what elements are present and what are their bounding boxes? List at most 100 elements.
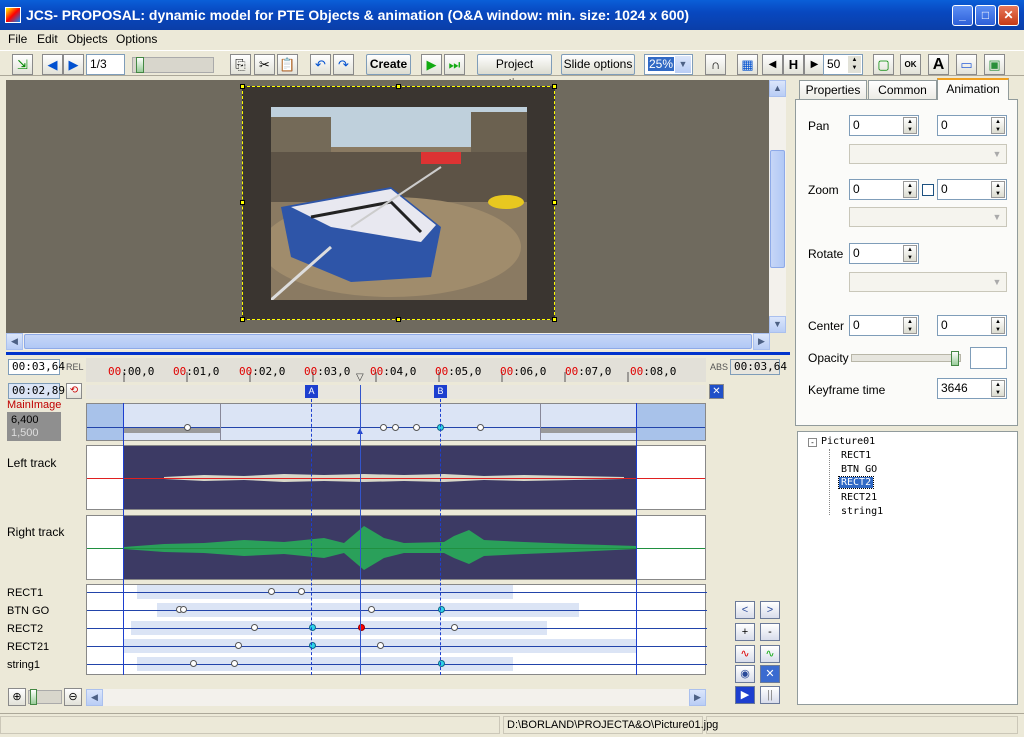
spin-icon[interactable]: ▲ ▼ [848,56,861,73]
resize-handle[interactable] [396,317,401,322]
add-button-icon[interactable]: OK [900,54,921,75]
redo-icon[interactable]: ↷ [333,54,354,75]
grid-icon[interactable]: ▦ [737,54,758,75]
close-timeline-icon[interactable]: ✕ [709,384,724,399]
add-rectangle-icon[interactable]: ▭ [956,54,977,75]
slide-slider[interactable] [132,57,214,73]
tree-node-rect21[interactable]: RECT21 [841,492,877,503]
tree-node-rect2[interactable]: RECT2 [837,476,875,489]
project-options-button[interactable]: Project options [477,54,552,90]
opacity-slider[interactable] [851,351,961,366]
next-slide-icon[interactable]: ▶ [63,54,84,75]
layer-track-btn-go[interactable] [87,603,707,619]
layers-area[interactable] [86,584,707,675]
pause-icon[interactable]: || [760,686,780,704]
exit-icon[interactable]: ⇲ [12,54,33,75]
left-wave-icon[interactable]: ∿ [735,645,755,663]
grid-prev-icon[interactable]: ◀ [762,54,783,75]
current-time-field[interactable]: 00:03,64 [8,359,65,375]
abs-time-field[interactable]: 00:03,64 [730,359,787,375]
add-text-icon[interactable]: A [928,54,949,75]
resize-handle[interactable] [552,317,557,322]
cut-icon[interactable]: ✂ [254,54,275,75]
keyframe[interactable] [268,588,275,595]
remove-keyframe-icon[interactable]: - [760,623,780,641]
undo-icon[interactable]: ↶ [310,54,331,75]
cancel-icon[interactable]: ✕ [760,665,780,683]
center-y-input[interactable]: 0 ▲ ▼ [937,315,1007,336]
chevron-down-icon[interactable]: ▼ [989,274,1005,290]
zoom-in-icon[interactable]: ⊕ [8,688,26,706]
goto-cursor-icon[interactable]: ⟲ [66,383,82,399]
scroll-down-icon[interactable]: ▼ [769,316,786,333]
resize-handle[interactable] [240,200,245,205]
tab-animation[interactable]: Animation [937,78,1009,100]
play-from-start-icon[interactable]: ⏭ [444,54,465,75]
keyframe[interactable] [413,424,420,431]
resize-handle[interactable] [396,84,401,89]
resize-handle[interactable] [552,84,557,89]
spin-icon[interactable]: ▲ ▼ [991,117,1005,134]
preview-horizontal-scrollbar[interactable]: ◀ ▶ [6,333,770,350]
play-icon[interactable]: ▶ [421,54,442,75]
slide-options-button[interactable]: Slide options [561,54,635,75]
main-image-track[interactable]: ▲ [86,403,706,441]
keyframe[interactable] [235,642,242,649]
chevron-down-icon[interactable]: ▼ [989,209,1005,225]
slide-counter[interactable]: 1/3 [86,54,125,75]
tree-node-btn-go[interactable]: BTN GO [841,464,877,475]
keyframe[interactable] [251,624,258,631]
add-image-icon[interactable]: ▣ [984,54,1005,75]
keyframe-time-input[interactable]: 3646 ▲ ▼ [937,378,1007,399]
timeline-zoom-slider[interactable] [28,689,62,705]
scroll-right-icon[interactable]: ▶ [689,689,706,706]
menu-edit[interactable]: Edit [37,32,58,46]
close-button[interactable]: ✕ [998,5,1019,26]
time-ruler[interactable]: 00:00,0 00:01,0 00:02,0 00:03,0 00:04,0 … [86,358,706,383]
copy-icon[interactable]: ⎘ [230,54,251,75]
playhead-line[interactable] [360,385,361,675]
layer-track-string1[interactable] [87,657,707,673]
magnet-icon[interactable]: ∩ [705,54,726,75]
pan-y-input[interactable]: 0 ▲ ▼ [937,115,1007,136]
tree-node-string1[interactable]: string1 [841,506,883,517]
collapse-icon[interactable]: - [808,438,817,447]
prev-slide-icon[interactable]: ◀ [42,54,63,75]
resize-handle[interactable] [240,317,245,322]
main-image[interactable] [271,107,527,300]
layer-track-rect21[interactable] [87,639,707,655]
spin-icon[interactable]: ▲ ▼ [903,117,917,134]
rotate-easing-select[interactable]: ▼ [849,272,1007,292]
keyframe[interactable] [477,424,484,431]
next-keyframe-icon[interactable]: > [760,601,780,619]
grid-size-field[interactable]: 50 ▲ ▼ [823,54,863,75]
slider-thumb[interactable] [30,689,37,705]
keyframe[interactable] [231,660,238,667]
right-audio-track[interactable] [86,515,706,580]
grid-h-button[interactable]: H [783,54,804,75]
marker-b[interactable]: B [434,385,447,398]
scroll-right-icon[interactable]: ▶ [753,333,770,350]
preview-vertical-scrollbar[interactable]: ▲ ▼ [769,80,786,333]
rotate-input[interactable]: 0 ▲ ▼ [849,243,919,264]
play-preview-icon[interactable]: ▶ [735,686,755,704]
frame-icon[interactable]: ▢ [873,54,894,75]
zoom-easing-select[interactable]: ▼ [849,207,1007,227]
zoom-x-input[interactable]: 0 ▲ ▼ [849,179,919,200]
slider-thumb[interactable] [951,351,959,366]
scroll-up-icon[interactable]: ▲ [769,80,786,97]
zoom-select[interactable]: 25% ▼ [644,54,693,75]
spin-icon[interactable]: ▲ ▼ [903,245,917,262]
timeline-scrollbar[interactable]: ◀ ▶ [86,689,706,706]
scroll-thumb[interactable] [770,150,785,268]
minimize-button[interactable]: _ [952,5,973,26]
tab-properties[interactable]: Properties [799,80,867,100]
slide-slider-thumb[interactable] [136,57,144,73]
resize-handle[interactable] [552,200,557,205]
tab-common[interactable]: Common [868,80,937,100]
spin-icon[interactable]: ▲ ▼ [903,181,917,198]
keyframe[interactable] [380,424,387,431]
keyframe[interactable] [368,606,375,613]
keyframe[interactable] [377,642,384,649]
left-audio-track[interactable] [86,445,706,510]
